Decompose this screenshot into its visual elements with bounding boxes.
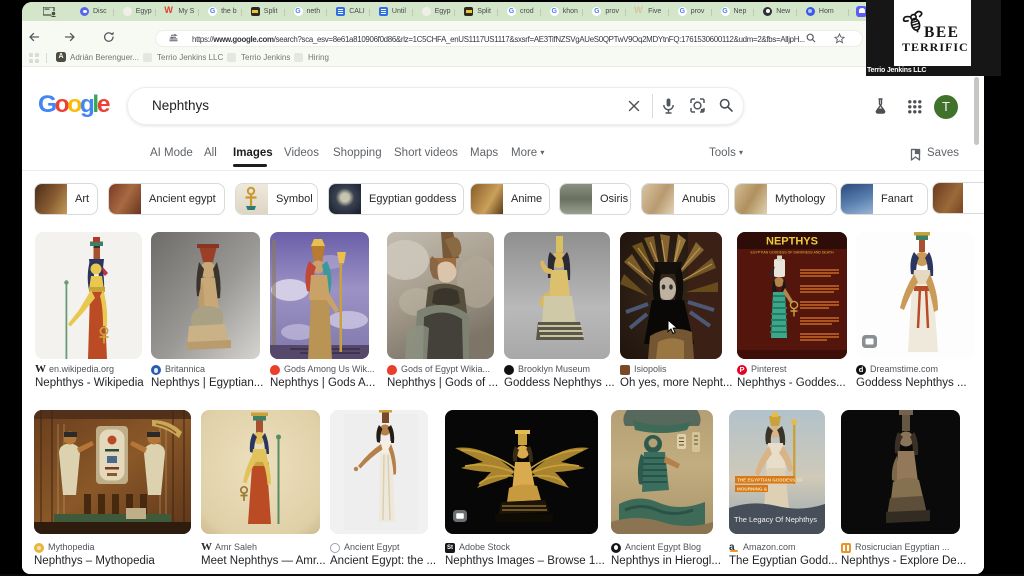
svg-text:EGYPTIAN GODDESS OF DARKNESS A: EGYPTIAN GODDESS OF DARKNESS AND DEATH — [751, 251, 834, 255]
svg-text:TERRIFIC: TERRIFIC — [902, 40, 969, 54]
svg-text:The Legacy Of Nephthys: The Legacy Of Nephthys — [734, 515, 817, 524]
svg-text:THE EGYPTIAN GODDESS OF: THE EGYPTIAN GODDESS OF — [737, 478, 803, 483]
svg-text:MOURNING &: MOURNING & — [737, 487, 768, 492]
svg-text:NEPTHYS: NEPTHYS — [766, 236, 818, 248]
svg-text:BEE: BEE — [924, 24, 960, 41]
